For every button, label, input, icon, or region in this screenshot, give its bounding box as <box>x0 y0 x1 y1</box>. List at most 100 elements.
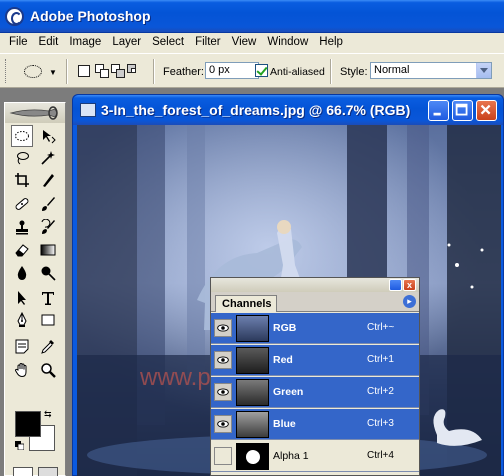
subtract-selection-icon-part <box>116 69 125 78</box>
pen-nib-icon <box>17 312 27 327</box>
document-icon <box>80 103 96 117</box>
channels-palette: x Channels ▸ RGB Ctrl+~ Red Ctrl+1 Green… <box>210 277 420 476</box>
minimize-button[interactable] <box>428 100 449 121</box>
menu-help[interactable]: Help <box>314 33 349 52</box>
menu-layer[interactable]: Layer <box>107 33 147 52</box>
app-titlebar: Adobe Photoshop <box>0 0 504 33</box>
tool-rectangle[interactable] <box>37 309 59 331</box>
feather-input[interactable]: 0 px <box>205 62 259 79</box>
workspace: ⇆ 3-In_the_forest_of_dreams.jpg @ 66.7% … <box>0 88 504 476</box>
chevron-down-icon[interactable] <box>476 63 491 78</box>
tool-healing-brush[interactable] <box>11 193 33 215</box>
subtract-from-selection-button[interactable] <box>110 63 126 79</box>
tool-type[interactable] <box>37 287 59 309</box>
eye-icon[interactable] <box>214 351 232 369</box>
options-grip[interactable] <box>5 59 8 83</box>
channel-row-alpha-1[interactable]: Alpha 1 Ctrl+4 <box>211 441 419 472</box>
tool-dodge[interactable] <box>37 262 59 284</box>
menu-view[interactable]: View <box>227 33 263 52</box>
menu-window[interactable]: Window <box>262 33 314 52</box>
water-drop-icon <box>17 266 27 280</box>
menu-edit[interactable]: Edit <box>34 33 65 52</box>
gradient-icon <box>40 244 56 256</box>
tool-gradient[interactable] <box>37 239 59 261</box>
menu-bar: File Edit Image Layer Select Filter View… <box>0 33 504 52</box>
feather-label: Feather: <box>163 66 204 78</box>
channel-row-blue[interactable]: Blue Ctrl+3 <box>211 409 419 440</box>
tool-preset-picker[interactable]: ▼ <box>22 62 58 82</box>
tool-lasso[interactable] <box>11 147 33 169</box>
stamp-icon <box>16 220 28 235</box>
channel-row-rgb[interactable]: RGB Ctrl+~ <box>211 313 419 344</box>
close-icon <box>480 104 491 115</box>
channel-thumbnail <box>236 411 269 438</box>
channel-shortcut: Ctrl+1 <box>367 354 394 365</box>
maximize-button[interactable] <box>452 100 473 121</box>
menu-image[interactable]: Image <box>64 33 107 52</box>
toolbox-header[interactable] <box>5 103 65 123</box>
style-label: Style: <box>340 66 368 78</box>
channel-name: Blue <box>273 418 296 430</box>
quick-mask-mode-button[interactable] <box>38 467 58 476</box>
notes-icon <box>15 339 29 354</box>
document-titlebar[interactable]: 3-In_the_forest_of_dreams.jpg @ 66.7% (R… <box>73 95 503 125</box>
standard-mode-button[interactable] <box>13 467 33 476</box>
swap-colors-icon[interactable]: ⇆ <box>44 409 52 420</box>
tool-notes[interactable] <box>11 335 33 357</box>
move-arrow-icon <box>43 130 56 144</box>
tool-path-selection[interactable] <box>11 287 33 309</box>
new-selection-button[interactable] <box>76 63 92 79</box>
tool-slice[interactable] <box>37 169 59 191</box>
document-title: 3-In_the_forest_of_dreams.jpg @ 66.7% (R… <box>101 102 411 118</box>
dodge-icon <box>41 266 56 281</box>
style-select[interactable]: Normal <box>370 62 492 79</box>
rectangle-shape-icon <box>41 314 55 326</box>
tool-hand[interactable] <box>11 359 33 381</box>
eraser-icon <box>15 244 29 257</box>
intersect-selection-button[interactable] <box>126 63 142 79</box>
channel-row-red[interactable]: Red Ctrl+1 <box>211 345 419 376</box>
chevron-down-icon: ▼ <box>49 68 57 77</box>
tool-eraser[interactable] <box>11 239 33 261</box>
visibility-toggle[interactable] <box>214 447 232 465</box>
tool-elliptical-marquee[interactable] <box>11 125 33 147</box>
adobe-feather-icon <box>9 106 58 120</box>
add-to-selection-button[interactable] <box>94 63 110 79</box>
channel-row-green[interactable]: Green Ctrl+2 <box>211 377 419 408</box>
foreground-color-swatch[interactable] <box>15 411 41 437</box>
magnifier-icon <box>41 363 56 378</box>
tool-brush[interactable] <box>37 193 59 215</box>
palette-close-button[interactable]: x <box>403 279 416 291</box>
intersect-selection-icon-part <box>131 68 136 73</box>
type-t-icon <box>42 292 54 305</box>
tool-blur[interactable] <box>11 262 33 284</box>
menu-file[interactable]: File <box>4 33 34 52</box>
ellipse-marquee-icon <box>15 131 29 141</box>
tool-zoom[interactable] <box>37 359 59 381</box>
channel-list: RGB Ctrl+~ Red Ctrl+1 Green Ctrl+2 Blue … <box>211 313 419 475</box>
tool-pen[interactable] <box>11 309 33 331</box>
maximize-icon <box>455 103 468 116</box>
crop-icon <box>15 173 29 187</box>
antialiased-checkbox[interactable] <box>255 64 268 77</box>
eye-icon[interactable] <box>214 415 232 433</box>
menu-filter[interactable]: Filter <box>190 33 227 52</box>
eye-icon[interactable] <box>214 383 232 401</box>
tool-eyedropper[interactable] <box>37 335 59 357</box>
close-button[interactable] <box>476 100 497 121</box>
default-colors-icon[interactable] <box>15 441 24 450</box>
channel-shortcut: Ctrl+~ <box>367 322 395 333</box>
eye-icon[interactable] <box>214 319 232 337</box>
channel-shortcut: Ctrl+4 <box>367 450 394 461</box>
path-arrow-icon <box>18 291 26 305</box>
palette-menu-button[interactable]: ▸ <box>403 295 416 308</box>
palette-minimize-button[interactable] <box>389 279 402 291</box>
tab-channels[interactable]: Channels <box>215 295 277 312</box>
tool-move[interactable] <box>37 125 59 147</box>
menu-select[interactable]: Select <box>147 33 190 52</box>
palette-titlebar[interactable]: x <box>211 278 419 292</box>
tool-magic-wand[interactable] <box>37 147 59 169</box>
tool-history-brush[interactable] <box>37 216 59 238</box>
tool-crop[interactable] <box>11 169 33 191</box>
tool-clone-stamp[interactable] <box>11 216 33 238</box>
